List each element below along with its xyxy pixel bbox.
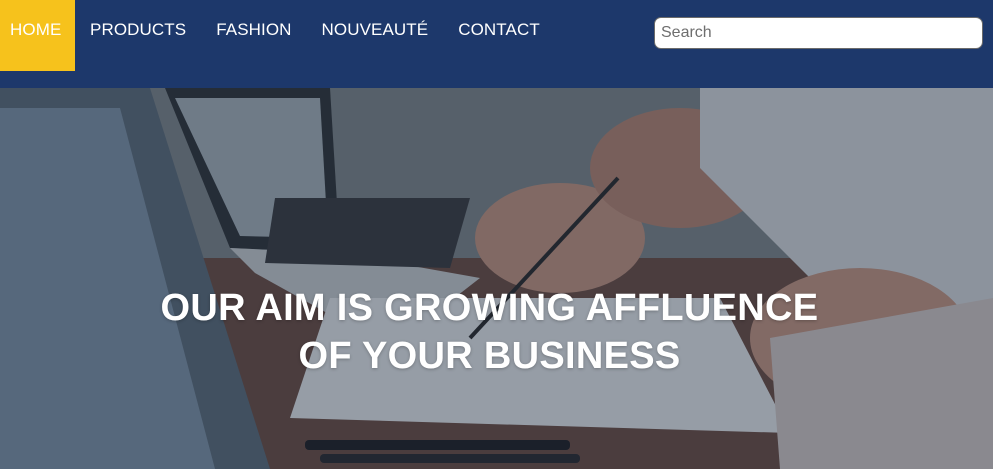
nav-item-home[interactable]: HOME (0, 0, 75, 71)
main-nav: HOME PRODUCTS FASHION NOUVEAUTÉ CONTACT (0, 0, 555, 71)
hero-banner: OUR AIM IS GROWING AFFLUENCE OF YOUR BUS… (0, 88, 993, 469)
nav-item-contact[interactable]: CONTACT (443, 0, 555, 71)
search-input[interactable] (654, 17, 983, 49)
top-navbar: HOME PRODUCTS FASHION NOUVEAUTÉ CONTACT (0, 0, 993, 88)
hero-headline-line2: OF YOUR BUSINESS (298, 335, 681, 377)
hero-headline-line1: OUR AIM IS GROWING AFFLUENCE (160, 287, 819, 329)
nav-item-fashion[interactable]: FASHION (201, 0, 306, 71)
nav-item-products[interactable]: PRODUCTS (75, 0, 201, 71)
hero-headline: OUR AIM IS GROWING AFFLUENCE OF YOUR BUS… (0, 284, 979, 380)
nav-item-nouveaute[interactable]: NOUVEAUTÉ (307, 0, 444, 71)
hero-dark-overlay (0, 88, 993, 469)
